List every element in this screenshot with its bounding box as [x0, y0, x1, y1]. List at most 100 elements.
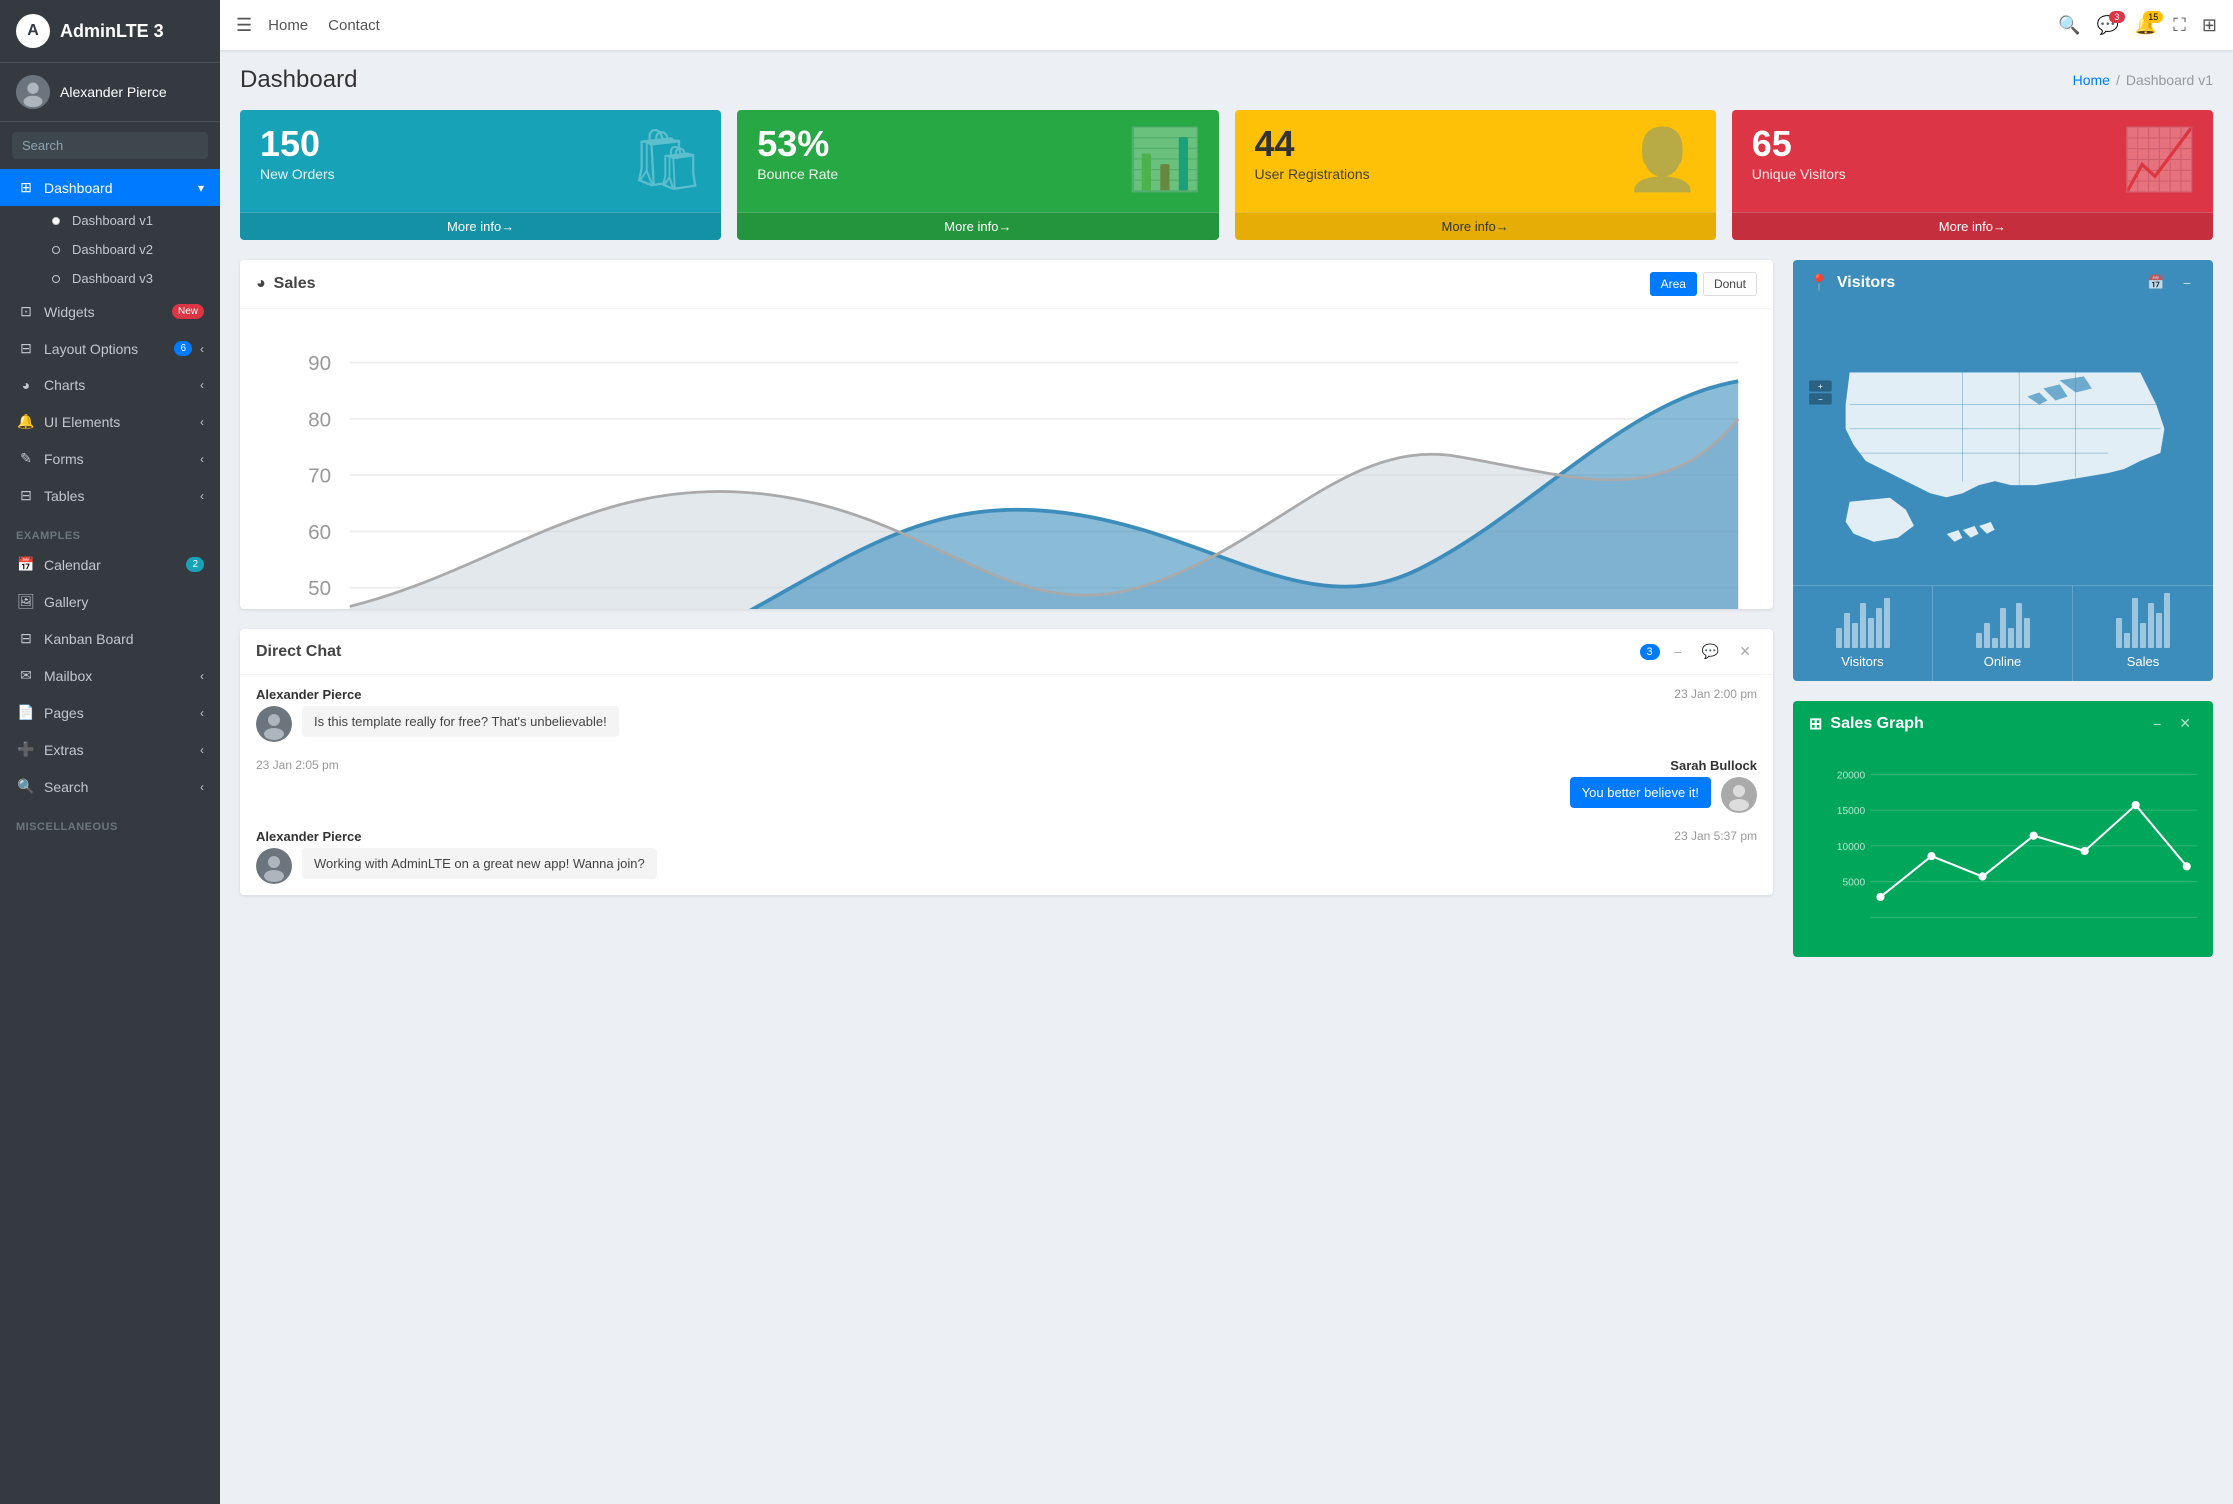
apps-button[interactable]: ⊞: [2202, 15, 2217, 36]
chat-body: Alexander Pierce 23 Jan 2:00 pm Is this …: [240, 675, 1773, 895]
bar: [2132, 598, 2138, 648]
sidebar-item-label: Charts: [44, 377, 192, 393]
search-input[interactable]: [12, 132, 208, 159]
bar: [2016, 603, 2022, 648]
breadcrumb-separator: /: [2116, 72, 2120, 88]
topbar-nav: Home Contact: [268, 17, 2042, 34]
chevron-icon: ‹: [200, 415, 204, 429]
sidebar-item-dashboard-v2[interactable]: Dashboard v2: [0, 235, 220, 264]
sidebar-item-label: Calendar: [44, 557, 178, 573]
notifications-button[interactable]: 🔔 15: [2135, 15, 2157, 36]
chat-time: 23 Jan 2:05 pm: [256, 758, 339, 773]
zoom-out-icon: −: [1818, 395, 1823, 404]
sidebar-item-extras[interactable]: ➕ Extras ‹: [0, 731, 220, 768]
card-tools: 📅 −: [2141, 272, 2197, 293]
sales-svg-chart: 90 80 70 60 50 40 30 20: [256, 325, 1757, 609]
bar: [2156, 613, 2162, 648]
sidebar-item-forms[interactable]: ✎ Forms ‹: [0, 440, 220, 477]
chat-header: Direct Chat 3 − 💬 ✕: [240, 629, 1773, 675]
examples-nav: 📅 Calendar 2 🖼 Gallery ⊟ Kanban Board ✉ …: [0, 546, 220, 805]
sidebar-item-widgets[interactable]: ⊡ Widgets New: [0, 293, 220, 330]
bar: [1976, 633, 1982, 648]
chevron-icon: ‹: [200, 378, 204, 392]
search-button[interactable]: 🔍: [2058, 15, 2080, 36]
topbar-nav-home[interactable]: Home: [268, 17, 308, 34]
breadcrumb-current: Dashboard v1: [2126, 72, 2213, 88]
close-button[interactable]: ✕: [2173, 713, 2197, 734]
minimize-button[interactable]: −: [2147, 713, 2167, 734]
sidebar-item-mailbox[interactable]: ✉ Mailbox ‹: [0, 657, 220, 694]
submenu-label: Dashboard v3: [72, 271, 153, 286]
us-map-svg: + −: [1801, 313, 2205, 577]
arrow-right-icon: →: [998, 219, 1011, 234]
sidebar-item-layout[interactable]: ⊟ Layout Options 6 ‹: [0, 330, 220, 367]
donut-button[interactable]: Donut: [1703, 272, 1757, 296]
grid-icon: ⊞: [1809, 714, 1822, 734]
right-col: 📍 Visitors 📅 −: [1793, 260, 2213, 957]
stat-number: 150: [260, 126, 335, 162]
card-tools: − ✕: [2147, 713, 2197, 734]
chat-close-button[interactable]: ✕: [1733, 641, 1757, 662]
extras-icon: ➕: [16, 741, 36, 758]
calendar-button[interactable]: 📅: [2141, 272, 2170, 293]
sidebar-item-pages[interactable]: 📄 Pages ‹: [0, 694, 220, 731]
chat-sender: Alexander Pierce: [256, 687, 362, 702]
chart-dot: [2081, 847, 2089, 855]
widgets-icon: ⊡: [16, 303, 36, 320]
stat-card-footer[interactable]: More info →: [1732, 212, 2213, 240]
forms-icon: ✎: [16, 450, 36, 467]
sales-chart-card: ◕ Sales Area Donut: [240, 260, 1773, 609]
arrow-right-icon: →: [501, 219, 514, 234]
sidebar-item-dashboard-v3[interactable]: Dashboard v3: [0, 264, 220, 293]
topbar-nav-contact[interactable]: Contact: [328, 17, 380, 34]
sidebar-item-ui[interactable]: 🔔 UI Elements ‹: [0, 403, 220, 440]
sidebar-item-label: Dashboard: [44, 180, 190, 196]
bar: [1992, 638, 1998, 648]
zoom-in-icon: +: [1818, 382, 1823, 391]
sidebar-item-dashboard-v1[interactable]: Dashboard v1: [0, 206, 220, 235]
messages-button[interactable]: 💬 3: [2096, 15, 2118, 36]
dashboard-submenu: Dashboard v1 Dashboard v2 Dashboard v3: [0, 206, 220, 293]
sidebar-item-charts[interactable]: ◕ Charts ‹: [0, 367, 220, 403]
chat-minimize-button[interactable]: −: [1668, 642, 1688, 662]
badge: 2: [186, 557, 204, 572]
bar: [1860, 603, 1866, 648]
chevron-icon: ‹: [200, 489, 204, 503]
minimize-button[interactable]: −: [2177, 272, 2197, 293]
visitors-mini-chart: [1805, 598, 1920, 648]
sidebar-item-tables[interactable]: ⊟ Tables ‹: [0, 477, 220, 514]
area-button[interactable]: Area: [1650, 272, 1697, 296]
sidebar-item-dashboard[interactable]: ⊞ Dashboard ▾ Dashboard v1 Dashboard v2: [0, 169, 220, 293]
menu-toggle-button[interactable]: ☰: [236, 15, 252, 36]
sales-graph-header: ⊞ Sales Graph − ✕: [1793, 701, 2213, 746]
tables-icon: ⊟: [16, 487, 36, 504]
fullscreen-button[interactable]: ⛶: [2173, 15, 2186, 36]
chevron-down-icon: ▾: [198, 181, 204, 195]
stat-card-footer[interactable]: More info →: [1235, 212, 1716, 240]
ui-icon: 🔔: [16, 413, 36, 430]
sidebar-item-label: Widgets: [44, 304, 164, 320]
stat-card-bounce: 53% Bounce Rate 📊 More info →: [737, 110, 1218, 240]
visitors-stats: Visitors: [1793, 585, 2213, 681]
chat-sender: Alexander Pierce: [256, 829, 362, 844]
chat-message-button[interactable]: 💬: [1696, 641, 1725, 662]
breadcrumb-home[interactable]: Home: [2073, 72, 2110, 88]
chat-bubble: Is this template really for free? That's…: [302, 706, 619, 737]
stat-card-orders: 150 New Orders 🛍 More info →: [240, 110, 721, 240]
chart-dot: [2132, 801, 2140, 809]
stat-card-footer[interactable]: More info →: [240, 212, 721, 240]
sidebar-item-kanban[interactable]: ⊟ Kanban Board: [0, 620, 220, 657]
sidebar-item-calendar[interactable]: 📅 Calendar 2: [0, 546, 220, 583]
sidebar-item-search[interactable]: 🔍 Search ‹: [0, 768, 220, 805]
chat-message: Alexander Pierce 23 Jan 5:37 pm Working …: [256, 829, 1757, 884]
chat-badge: 3: [1640, 644, 1660, 660]
sidebar-item-gallery[interactable]: 🖼 Gallery: [0, 583, 220, 620]
location-icon: 📍: [1809, 273, 1829, 293]
chat-title: Direct Chat: [256, 643, 1632, 661]
stat-number: 65: [1752, 126, 1846, 162]
chart-dot: [1927, 852, 1935, 860]
stat-label: User Registrations: [1255, 166, 1370, 182]
stat-cards: 150 New Orders 🛍 More info → 53%: [240, 110, 2213, 240]
stat-card-footer[interactable]: More info →: [737, 212, 1218, 240]
avatar: [1721, 777, 1757, 813]
